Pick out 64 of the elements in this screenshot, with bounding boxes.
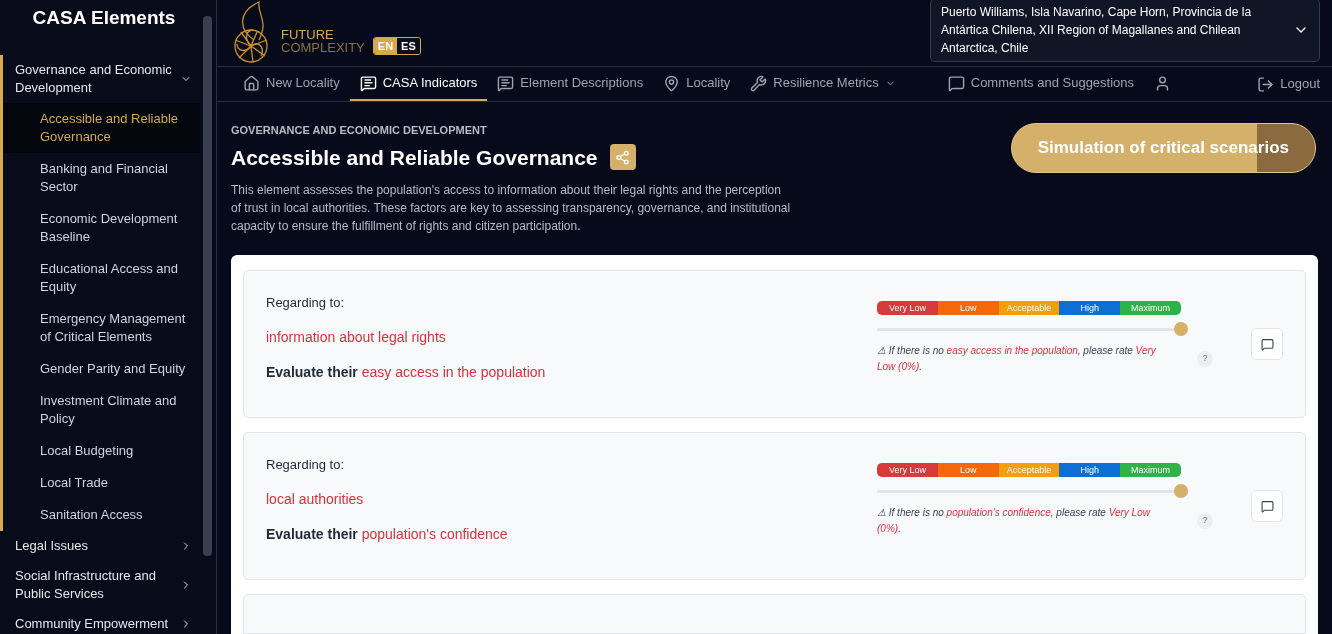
- slider-thumb[interactable]: [1174, 321, 1188, 336]
- help-badge[interactable]: ?: [1197, 351, 1213, 367]
- nav-tab[interactable]: Element Descriptions: [487, 67, 654, 101]
- evaluate-prompt: Evaluate their easy access in the population: [266, 362, 547, 382]
- wrench-icon: [750, 74, 768, 92]
- scrollbar[interactable]: [203, 16, 212, 556]
- indicator-subject: information about legal rights: [266, 327, 447, 347]
- logout-icon: [1257, 75, 1275, 93]
- logo-text: FUTURE: [281, 28, 335, 41]
- scale-label: High: [1059, 301, 1121, 315]
- warning-note: ⚠ If there is no population's confidence, please rate Very Low (0%).: [877, 506, 1152, 536]
- warning-note: ⚠ If there is no easy access in the population, please rate Very Low (0%).: [877, 344, 1157, 374]
- sidebar-item[interactable]: Accessible and Reliable Governance: [3, 102, 200, 153]
- sidebar-item[interactable]: Emergency Management of Critical Elements: [3, 302, 200, 353]
- scale-label: Acceptable: [998, 301, 1060, 315]
- chat-icon: [947, 74, 965, 92]
- regarding-label: Regarding to:: [266, 456, 346, 474]
- scale-label: Very Low: [877, 463, 938, 477]
- element-title: Accessible and Reliable Governance: [231, 144, 598, 171]
- sidebar-item[interactable]: Educational Access and Equity: [3, 252, 200, 303]
- sidebar-item[interactable]: Banking and Financial Sector: [3, 152, 200, 203]
- element-description: This element assesses the population's access to information about their legal rights and the perception of trust in local authorities. These factors are key to assessing transparency, governance, and institutional capacity to ensure the fulfillment of rights and citizen participation.: [231, 182, 791, 235]
- sidebar-group[interactable]: Community Empowerment: [3, 608, 216, 634]
- comment-button[interactable]: [1251, 490, 1283, 522]
- sidebar-group[interactable]: Governance and Economic Development: [3, 54, 216, 103]
- regarding-label: Regarding to:: [266, 294, 346, 312]
- comment-button[interactable]: [1251, 328, 1283, 360]
- sidebar-item[interactable]: Economic Development Baseline: [3, 202, 200, 253]
- logout-button[interactable]: Logout: [1257, 67, 1320, 101]
- help-badge[interactable]: ?: [1197, 513, 1213, 529]
- language-toggle[interactable]: ES: [397, 38, 420, 54]
- scale-label: Maximum: [1120, 301, 1181, 315]
- nav-tab[interactable]: CASA Indicators: [349, 67, 488, 101]
- sidebar-title: CASA Elements: [31, 6, 177, 30]
- location-select[interactable]: Puerto Williams, Isla Navarino, Cape Horn, Provincia de la Antártica Chilena, XII Region of Magallanes and Chilean Antarctica, Chile: [930, 0, 1320, 62]
- slider-thumb[interactable]: [1174, 483, 1188, 498]
- sidebar-item[interactable]: Local Trade: [3, 466, 200, 499]
- scale-label: Low: [937, 301, 999, 315]
- comment-icon: [1260, 499, 1274, 513]
- scale-label: Very Low: [877, 301, 938, 315]
- sidebar-item[interactable]: Sanitation Access: [3, 498, 200, 531]
- chat-icon: [497, 74, 515, 92]
- indicator-subject: local authorities: [266, 489, 365, 509]
- nav-tab[interactable]: Resilience Metrics: [740, 67, 906, 101]
- logo-text: COMPLEXITY: [281, 41, 365, 54]
- map-pin-icon: [663, 74, 681, 92]
- house-icon: [243, 74, 260, 92]
- scale-label: Acceptable: [998, 463, 1060, 477]
- sidebar-item[interactable]: Investment Climate and Policy: [3, 384, 200, 435]
- sidebar-item[interactable]: Local Budgeting: [3, 434, 200, 467]
- scale-label: Maximum: [1120, 463, 1181, 477]
- nav-tab[interactable]: New Locality: [233, 67, 350, 101]
- comment-icon: [1260, 337, 1274, 351]
- nav-tab[interactable]: Comments and Suggestions: [937, 67, 1145, 101]
- sidebar-item[interactable]: Gender Parity and Equity: [3, 352, 200, 385]
- scale-label: Low: [937, 463, 999, 477]
- network-icon[interactable]: [609, 144, 636, 171]
- chat-icon: [359, 74, 377, 92]
- scale-label: High: [1059, 463, 1121, 477]
- sidebar-group[interactable]: Social Infrastructure and Public Services: [3, 560, 216, 609]
- sidebar-group[interactable]: Legal Issues: [3, 530, 216, 561]
- category-label: GOVERNANCE AND ECONOMIC DEVELOPMENT: [231, 123, 488, 138]
- evaluate-prompt: Evaluate their population's confidence: [266, 524, 509, 544]
- nav-tab[interactable]: Locality: [653, 67, 741, 101]
